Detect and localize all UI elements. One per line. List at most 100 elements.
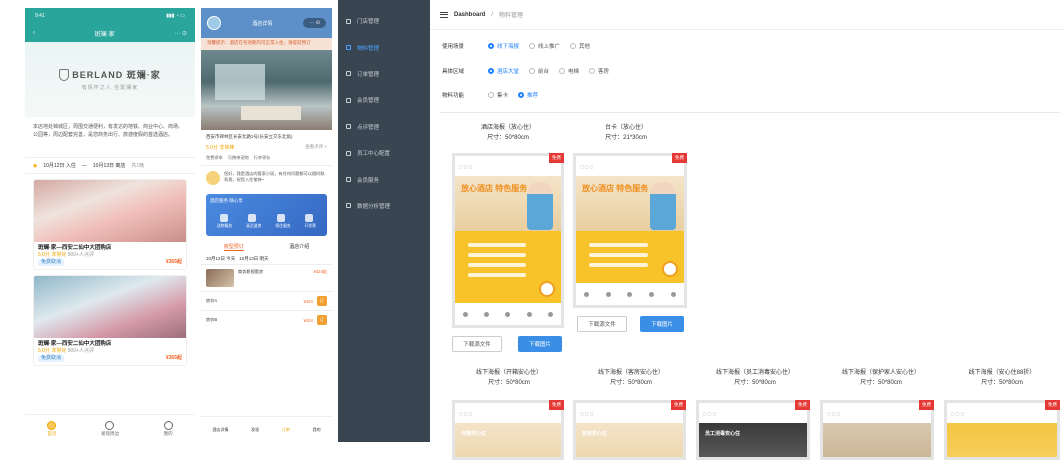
back-icon[interactable]: ‹: [33, 30, 35, 36]
service-icon[interactable]: [220, 214, 229, 222]
poster-title-block: 酒店海报（放心住） 尺寸：50*80cm: [458, 123, 558, 143]
poster-preview[interactable]: ▢ ▢ ▢ 员工消毒安心住 免费: [696, 400, 810, 460]
plan-price: ¥424: [303, 317, 313, 323]
date-picker[interactable]: ◉ 10月12日 入住 — 10月13日 离店 共1晚: [25, 157, 195, 174]
hotel-photo[interactable]: [201, 50, 332, 130]
notice-bar: 温馨提示：酒店在有效期内可正常入住，请提前预订: [201, 38, 332, 50]
sidebar-item-orders[interactable]: 订单管理: [338, 61, 430, 87]
status-time: 9:41: [35, 13, 45, 19]
capsule-menu[interactable]: ··· ⊙: [174, 30, 187, 37]
sidebar-item-analytics[interactable]: 数据分析管理: [338, 193, 430, 219]
tab-mine[interactable]: 我的: [163, 420, 173, 437]
tab-hotel-intro[interactable]: 酒店介绍: [289, 243, 309, 251]
service-icon[interactable]: [304, 214, 313, 222]
stay-dates[interactable]: 10月12日 今天 10月13日 明天: [201, 254, 332, 264]
poster-footer: [576, 283, 684, 305]
sidebar-item-reviews[interactable]: 点评管理: [338, 114, 430, 140]
detail-tabs: 房型预订 酒店介绍: [201, 240, 332, 254]
date-out[interactable]: 10月13日 明天: [239, 256, 268, 262]
butler-avatar: [206, 171, 220, 185]
tab-detail[interactable]: 酒店详情: [212, 427, 228, 433]
poster-title: 线下海报（开箱安心住）: [475, 370, 542, 376]
poster-preview[interactable]: ▢ ▢ ▢ 放心酒店 特色服务 免费: [452, 153, 564, 328]
book-button[interactable]: 订: [316, 296, 327, 306]
brand-name: BERLAND 斑斓·家: [72, 70, 161, 80]
sidebar-item-materials[interactable]: 物料管理: [338, 34, 430, 60]
tab-discover[interactable]: 发现: [251, 427, 259, 433]
tab-discover[interactable]: 发现周边: [101, 420, 119, 437]
poster-preview[interactable]: ▢ ▢ ▢ 开箱安心住 免费: [452, 400, 564, 460]
room-card[interactable]: 斑斓·家—西安二仙中大团购店 5.0分 非常好 900+人点评 免费取消 ¥36…: [33, 275, 187, 366]
sidebar-item-label: 点评管理: [357, 124, 380, 131]
tab-home[interactable]: 首页: [47, 420, 57, 437]
room-type[interactable]: 商务影视套房 ¥424起: [201, 264, 332, 291]
radio-option[interactable]: 集卡: [488, 91, 508, 99]
poster-title-block: 线下海报（安心住88折） 尺寸：50*80cm: [942, 368, 1062, 388]
poster-preview[interactable]: ▢ ▢ ▢ 客房安心住 免费: [573, 400, 686, 460]
breadcrumb: Dashboard / 物料管理: [430, 0, 1064, 30]
radio-label: 酒店大堂: [497, 69, 520, 75]
poster-title: 线下海报（安心住88折）: [968, 370, 1036, 376]
radio-option[interactable]: 推荐: [518, 91, 538, 99]
plan-price: ¥424: [303, 298, 313, 304]
radio-option[interactable]: 客房: [589, 67, 609, 75]
service-label: 延迟退房: [246, 224, 262, 228]
hotel-score: 5.0分 非常棒: [206, 145, 235, 151]
review-link[interactable]: 查看点评 >: [305, 144, 327, 151]
nights-count: 共1晚: [131, 163, 145, 169]
room-card[interactable]: 斑斓·家—西安二仙中大团购店 5.0分 非常好 900+人点评 免费取消 ¥36…: [33, 179, 187, 270]
poster-line: [468, 263, 526, 267]
tab-room-booking[interactable]: 房型预订: [223, 243, 244, 251]
download-image-button[interactable]: 下载图片: [518, 336, 562, 352]
radio-option[interactable]: 前台: [529, 67, 549, 75]
download-source-button[interactable]: 下载源文件: [452, 336, 502, 352]
poster-preview[interactable]: ▢ ▢ ▢ 免费: [944, 400, 1060, 460]
sidebar-item-member-service[interactable]: 会员服务: [338, 166, 430, 192]
radio-option[interactable]: 其他: [570, 42, 590, 50]
sidebar-item-members[interactable]: 会员管理: [338, 87, 430, 113]
radio-option[interactable]: 线下海报: [488, 42, 519, 50]
phone-hotel-detail: 酒店详情 ··· ⊙ 温馨提示：酒店在有效期内可正常入住，请提前预订 西安市碑林…: [201, 8, 332, 442]
avatar: [207, 16, 221, 30]
qr-code-icon: [662, 261, 678, 277]
radio-option[interactable]: 线上推广: [529, 42, 560, 50]
date-in[interactable]: 10月12日 今天: [206, 256, 235, 262]
sidebar-item-staff[interactable]: 员工中心配置: [338, 140, 430, 166]
checkin-date[interactable]: 10月12日 入住: [43, 162, 76, 169]
free-badge: 免费: [549, 400, 564, 410]
poster-headline: 员工消毒安心住: [705, 431, 741, 437]
radio-label: 客房: [598, 69, 610, 75]
service-icon[interactable]: [248, 214, 257, 222]
poster-image: ▢ ▢ ▢ 放心酒店 特色服务: [576, 156, 684, 305]
discover-icon: [105, 420, 115, 430]
checkout-date[interactable]: 10月13日 离店: [93, 162, 126, 169]
menu-toggle-icon[interactable]: [440, 11, 448, 18]
photo-window: [215, 64, 265, 100]
free-badge: 免费: [671, 400, 686, 410]
poster-size: 尺寸：50*80cm: [488, 380, 530, 386]
poster-preview[interactable]: ▢ ▢ ▢ 免费: [820, 400, 934, 460]
capsule-menu[interactable]: ··· ⊙: [303, 18, 326, 28]
room-reviews: 900+人点评: [67, 348, 94, 354]
poster-header: ▢ ▢ ▢: [576, 403, 683, 423]
tab-mine[interactable]: 我的: [313, 427, 321, 433]
service-icon[interactable]: [276, 214, 285, 222]
filter-label: 使用场景: [442, 44, 465, 50]
download-source-button[interactable]: 下载源文件: [577, 316, 627, 332]
radio-icon: [529, 68, 536, 74]
poster-size: 尺寸：50*80cm: [610, 380, 652, 386]
service-label: 续住服务: [275, 224, 291, 228]
poster-header: ▢ ▢ ▢: [576, 156, 684, 176]
tab-orders[interactable]: 订单: [282, 427, 290, 433]
poster-title: 线下海报（客房安心住）: [597, 370, 664, 376]
room-thumb: [206, 269, 234, 287]
download-image-button[interactable]: 下载图片: [640, 316, 684, 332]
breadcrumb-root[interactable]: Dashboard: [454, 12, 485, 18]
poster-preview[interactable]: ▢ ▢ ▢ 放心酒店 特色服务 免费: [573, 153, 687, 308]
radio-option[interactable]: 电梯: [559, 67, 579, 75]
signal-icon: ▮▮▮ ◔ ▭: [166, 13, 185, 19]
poster-image: ▢ ▢ ▢ 放心酒店 特色服务: [455, 156, 561, 325]
book-button[interactable]: 订: [316, 315, 327, 325]
radio-option[interactable]: 酒店大堂: [488, 67, 519, 75]
sidebar-item-stores[interactable]: 门店管理: [338, 8, 430, 34]
